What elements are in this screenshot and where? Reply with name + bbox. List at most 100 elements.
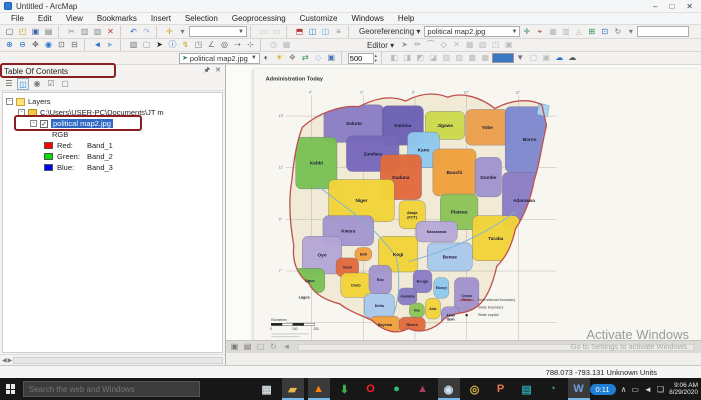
toolbar-icon[interactable]: ➤ xyxy=(398,39,411,51)
toolbar-icon[interactable] xyxy=(84,39,89,51)
taskbar-app-icon[interactable]: W xyxy=(567,378,590,400)
toolbar-icon[interactable] xyxy=(380,52,386,64)
scale-combo[interactable]: ▼ xyxy=(189,26,247,37)
toolbar-icon[interactable]: ▢ xyxy=(140,39,153,51)
toolbar-icon[interactable]: ▣ xyxy=(29,26,42,38)
toolbar-icon[interactable]: ⊹ xyxy=(244,39,257,51)
layer-visibility-checkbox[interactable]: ✓ xyxy=(40,119,48,128)
toc-tab-icon[interactable]: ☑ xyxy=(45,78,57,90)
toolbar-icon[interactable]: ◫ xyxy=(306,26,319,38)
toolbar-icon[interactable]: ◇ xyxy=(437,39,450,51)
volume-icon[interactable]: ◄ xyxy=(644,385,652,394)
toolbar-icon[interactable]: ▧ xyxy=(440,52,453,64)
toolbar-icon[interactable] xyxy=(156,25,161,38)
toolbar-icon[interactable]: ◐ xyxy=(260,52,273,64)
taskbar-app-icon[interactable]: ◎ xyxy=(464,378,486,400)
toolbar-icon[interactable]: ◷ xyxy=(267,39,280,51)
toolbar-icon[interactable]: ▦ xyxy=(280,39,293,51)
maximize-button[interactable]: □ xyxy=(669,2,674,11)
editor-menu[interactable]: Editor ▾ xyxy=(363,41,398,50)
toolbar-icon[interactable]: ▨ xyxy=(453,52,466,64)
view-toggle-icon[interactable]: ▢ xyxy=(255,341,266,353)
collapse-icon[interactable]: - xyxy=(30,120,37,127)
battery-icon[interactable]: ▭ xyxy=(631,385,639,394)
toolbar-icon[interactable]: ◬ xyxy=(572,26,585,38)
taskbar-app-icon[interactable]: ▰ xyxy=(281,378,304,400)
toolbar-icon[interactable]: ▢ xyxy=(3,26,16,38)
toc-tab-icon[interactable]: ◉ xyxy=(31,78,43,90)
toolbar-icon[interactable]: ▾ xyxy=(624,26,637,38)
toc-scrollbar[interactable]: ◀ ▶ xyxy=(0,354,225,365)
toolbar-icon[interactable]: ▥ xyxy=(78,26,91,38)
toolbar-icon[interactable]: ↯ xyxy=(179,39,192,51)
view-toggle-icon[interactable]: ▣ xyxy=(229,341,240,353)
toolbar-icon[interactable]: ✛ xyxy=(163,26,176,38)
pin-icon[interactable]: 🖈 xyxy=(204,66,210,77)
cell-size-input[interactable] xyxy=(347,52,374,64)
taskbar-app-icon[interactable]: ▤ xyxy=(516,378,538,400)
view-toggle-icon[interactable]: ◄ xyxy=(281,341,292,353)
toolbar-icon[interactable]: ► xyxy=(104,39,117,51)
taskbar-clock[interactable]: 9:06 AM 8/29/2020 xyxy=(669,382,698,396)
effects-layer-dropdown[interactable]: ➤ political map2.jpg ▼ xyxy=(179,52,260,64)
menu-item[interactable]: Help xyxy=(391,14,421,23)
toolbar-icon[interactable] xyxy=(58,25,63,38)
toolbar-icon[interactable]: ▦ xyxy=(546,26,559,38)
toolbar-icon[interactable] xyxy=(286,25,291,38)
toolbar-icon[interactable]: ✕ xyxy=(104,26,117,38)
toolbar-icon[interactable]: ▧ xyxy=(127,39,140,51)
toolbar-icon[interactable]: ⌒ xyxy=(424,39,437,51)
map-view[interactable]: 4° 6° 8° 10° 12° 13° 11° 9° 7° Sokoto Katsina Jigaw… xyxy=(226,65,701,365)
toolbar-icon[interactable]: ▦ xyxy=(479,52,492,64)
taskbar-app-icon[interactable]: ⬇ xyxy=(334,378,356,400)
toolbar-icon[interactable]: ⬒ xyxy=(293,26,306,38)
toolbar-icon[interactable]: ◫ xyxy=(319,26,332,38)
taskbar-app-icon[interactable]: ◔ xyxy=(542,378,564,400)
toolbar-icon[interactable]: ☀ xyxy=(273,52,286,64)
toolbar-icon[interactable]: ◇ xyxy=(312,52,325,64)
toolbar-icon[interactable]: ⊡ xyxy=(55,39,68,51)
menu-item[interactable]: Windows xyxy=(344,14,390,23)
toolbar-icon[interactable]: ▾ xyxy=(176,26,189,38)
taskbar-app-icon[interactable]: ▲ xyxy=(412,378,434,400)
rotation-input[interactable] xyxy=(637,26,690,37)
layer-name-label[interactable]: political map2.jpg xyxy=(51,119,113,128)
toolbar-icon[interactable]: ⊟ xyxy=(68,39,81,51)
toolbar-icon[interactable]: ▣ xyxy=(325,52,338,64)
toolbar-icon[interactable]: ▣ xyxy=(502,39,515,51)
menu-item[interactable]: Edit xyxy=(31,14,59,23)
toolbar-icon[interactable]: ▧ xyxy=(476,39,489,51)
toolbar-icon[interactable]: ≡ xyxy=(332,26,345,38)
menu-item[interactable]: File xyxy=(4,14,31,23)
toolbar-icon[interactable]: ◄ xyxy=(91,39,104,51)
taskbar-app-icon[interactable]: ▦ xyxy=(256,378,278,400)
toolbar-icon[interactable]: ⊞ xyxy=(585,26,598,38)
scroll-right-icon[interactable]: ▶ xyxy=(8,357,13,364)
toolbar-icon[interactable]: ▨ xyxy=(91,26,104,38)
view-toggle-icon[interactable]: ▤ xyxy=(242,341,253,353)
taskbar-search-input[interactable] xyxy=(22,381,200,397)
taskbar-app-icon[interactable]: O xyxy=(360,378,382,400)
toolbar-icon[interactable] xyxy=(250,25,255,38)
toolbar-icon[interactable]: ↷ xyxy=(140,26,153,38)
toolbar-icon[interactable]: ✕ xyxy=(450,39,463,51)
toolbar-icon[interactable]: ◰ xyxy=(16,26,29,38)
toolbar-icon[interactable]: ⊖ xyxy=(16,39,29,51)
georeferencing-layer-dropdown[interactable]: political map2.jpg ▼ xyxy=(424,26,521,37)
close-icon[interactable]: ✕ xyxy=(215,66,221,77)
taskbar-app-icon[interactable]: ◉ xyxy=(437,378,460,400)
toolbar-icon[interactable]: ▩ xyxy=(466,52,479,64)
toolbar-icon[interactable]: ◳ xyxy=(489,39,502,51)
toolbar-icon[interactable]: ☁ xyxy=(553,52,566,64)
toolbar-icon[interactable] xyxy=(340,52,346,64)
cell-size-spinner[interactable]: ▲▼ xyxy=(347,52,378,64)
toolbar-icon[interactable]: ❖ xyxy=(286,52,299,64)
toolbar-icon[interactable]: ◩ xyxy=(414,52,427,64)
toolbar-icon[interactable]: ✥ xyxy=(29,39,42,51)
start-button[interactable] xyxy=(0,378,23,400)
toolbar-icon[interactable]: ▣ xyxy=(540,52,553,64)
toolbar-icon[interactable]: ◳ xyxy=(192,39,205,51)
toolbar-icon[interactable]: ↶ xyxy=(127,26,140,38)
toolbar-icon[interactable]: ▦ xyxy=(463,39,476,51)
menu-item[interactable]: Selection xyxy=(178,14,225,23)
